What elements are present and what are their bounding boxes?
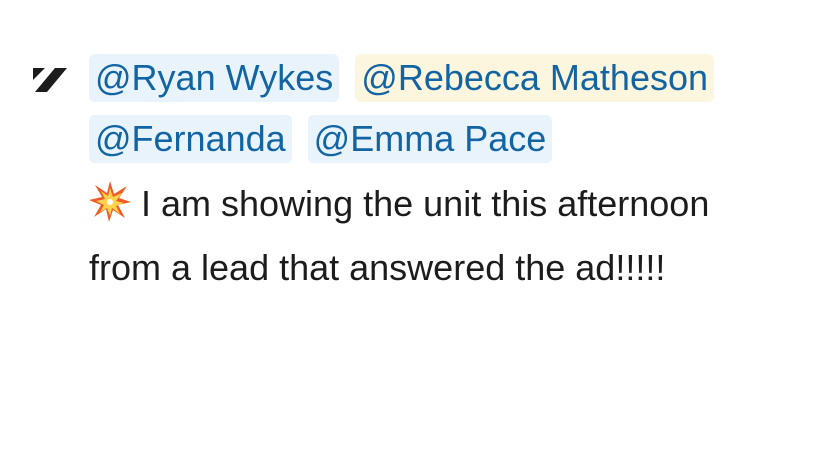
self-mention[interactable]: @Rebecca Matheson: [355, 54, 715, 102]
mentions-row: @Ryan Wykes @Rebecca Matheson: [89, 50, 789, 106]
user-mention[interactable]: @Fernanda: [89, 115, 292, 163]
message-block: @Ryan Wykes @Rebecca Matheson @Fernanda …: [89, 50, 789, 300]
app-logo-icon: [33, 68, 67, 92]
user-mention[interactable]: @Emma Pace: [307, 115, 553, 163]
mentions-row: @Fernanda @Emma Pace: [89, 111, 789, 167]
user-mention[interactable]: @Ryan Wykes: [89, 54, 340, 102]
message-text: I am showing the unit this afternoon fro…: [89, 172, 789, 300]
collision-icon: [89, 181, 131, 222]
message-body: I am showing the unit this afternoon fro…: [89, 183, 710, 288]
